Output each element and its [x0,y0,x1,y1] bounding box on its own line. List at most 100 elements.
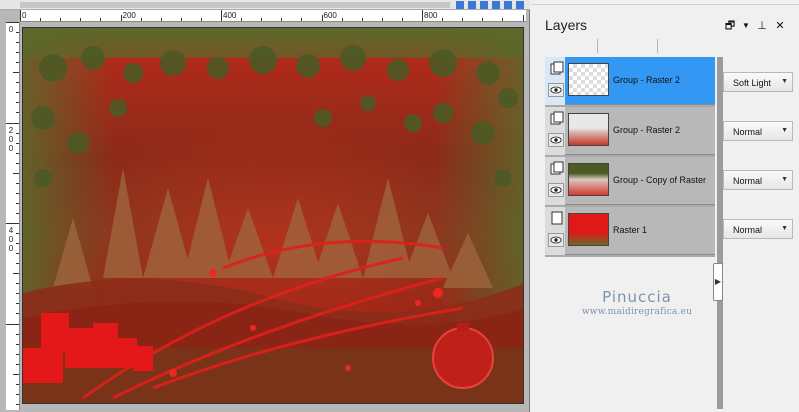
ruler-label: 600 [323,11,337,20]
scroll-control[interactable] [456,1,464,9]
chevron-down-icon: ▼ [781,225,788,232]
ruler-tick [16,313,19,315]
ruler-tick [16,393,19,395]
blend-mode-dropdown[interactable]: Normal ▼ [723,219,793,239]
ruler-label: 0 [8,143,14,153]
blend-mode-value: Normal [733,225,763,235]
scroll-control[interactable] [468,1,476,9]
ruler-tick [16,253,19,255]
ruler-tick [16,212,19,214]
horizontal-scrollbar[interactable] [20,2,450,8]
group-icon [550,161,564,175]
blend-mode-dropdown[interactable]: Soft Light ▼ [723,72,793,92]
ruler-tick [502,18,504,21]
scroll-control[interactable] [480,1,488,9]
ruler-tick [281,18,283,21]
ruler-tick [381,18,383,21]
christmas-artwork [23,28,523,403]
ruler-tick [16,233,19,235]
visibility-eye-icon[interactable] [548,183,564,197]
horizontal-ruler[interactable]: 0 200 400 600 800 [20,10,526,22]
ruler-label: 2 [8,125,14,135]
ruler-tick [13,72,19,74]
ruler-tick [321,15,323,21]
toolbar-separator [657,39,658,53]
blend-mode-dropdown[interactable]: Normal ▼ [723,121,793,141]
ruler-tick [16,353,19,355]
ruler-tick [200,18,202,21]
ruler-tick [40,18,42,21]
panel-header: Layers 🗗 ▼ ⊥ ✕ [531,4,799,34]
layer-row[interactable]: Group - Raster 2 [545,107,715,155]
blend-mode-column: Soft Light ▼ Normal ▼ Normal ▼ Normal ▼ [723,57,799,409]
ruler-tick [16,383,19,385]
layer-list: Group - Raster 2 Group - Raster 2 Group … [545,57,715,257]
ruler-tick [6,323,19,325]
ruler-tick [6,223,19,224]
scroll-control[interactable] [516,1,524,9]
ruler-tick [16,142,19,144]
close-icon[interactable]: ✕ [773,19,787,33]
ruler-tick [6,22,19,23]
visibility-eye-icon[interactable] [548,233,564,247]
ruler-tick [20,10,21,21]
vertical-ruler[interactable]: 0200400 [6,22,20,410]
blend-mode-dropdown[interactable]: Normal ▼ [723,170,793,190]
pin-icon[interactable]: ⊥ [755,19,769,33]
ruler-label: 0 [8,134,14,144]
ruler-tick [16,283,19,285]
layer-row[interactable]: Group - Copy of Raster [545,157,715,205]
ruler-tick [301,18,303,21]
group-icon [550,61,564,75]
ruler-tick [140,18,142,21]
watermark-name: Pinuccia [602,288,672,306]
layer-name: Raster 1 [613,225,648,235]
watermark: Pinuccia www.maidiregrafica.eu [577,288,697,317]
ruler-tick [16,32,19,34]
ruler-tick [16,343,19,345]
blend-mode-value: Soft Light [733,78,772,88]
chevron-down-icon: ▼ [781,78,788,85]
ruler-label: 0 [8,25,14,34]
ruler-tick [16,263,19,265]
raster-layer-icon [551,211,563,225]
ruler-tick [16,182,19,184]
top-scroll-strip[interactable] [0,0,530,10]
ruler-label: 0 [8,244,14,253]
layer-name: Group - Copy of Raster [613,175,707,185]
scroll-control[interactable] [504,1,512,9]
ruler-tick [16,102,19,104]
ruler-tick [422,10,423,21]
ruler-tick [13,273,19,275]
ruler-tick [16,333,19,335]
layer-name: Group - Raster 2 [613,75,681,85]
layer-row[interactable]: Raster 1 [545,207,715,255]
blend-mode-value: Normal [733,127,763,137]
ruler-label: 400 [223,11,237,20]
chevron-down-icon: ▼ [781,127,788,134]
ruler-tick [16,82,19,84]
blend-mode-value: Normal [733,176,763,186]
visibility-eye-icon[interactable] [548,83,564,97]
ruler-tick [16,132,19,134]
ruler-tick [261,18,263,21]
restore-icon[interactable]: 🗗 [723,19,737,33]
scroll-control[interactable] [492,1,500,9]
ruler-tick [16,112,19,114]
toolbar-separator [597,39,598,53]
watermark-site: www.maidiregrafica.eu [581,307,693,317]
ruler-tick [120,15,122,21]
image-canvas[interactable] [22,27,524,404]
collapse-arrow-icon[interactable]: ▶ [713,263,723,301]
ruler-tick [16,52,19,54]
dropdown-arrow-icon[interactable]: ▼ [739,19,753,33]
ruler-tick [442,18,444,21]
visibility-eye-icon[interactable] [548,133,564,147]
group-icon [550,111,564,125]
ruler-tick [80,18,82,21]
ruler-tick [16,293,19,295]
layer-row[interactable]: Group - Raster 2 [545,57,715,105]
ruler-tick [16,62,19,64]
ruler-label: 0 [22,11,27,20]
ruler-tick [462,18,464,21]
